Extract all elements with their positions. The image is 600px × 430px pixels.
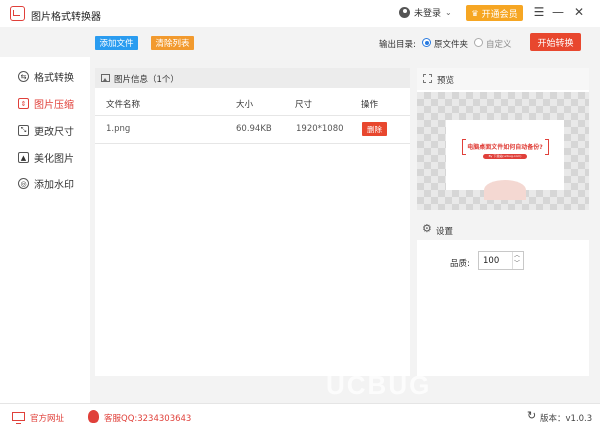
settings-title: 设置 (436, 227, 454, 237)
output-dir-label: 输出目录: (379, 40, 416, 50)
crown-icon: ♛ (471, 8, 479, 18)
preview-header: 预览 (417, 68, 589, 90)
support-qq-link[interactable]: 客服QQ:3234303643 (104, 412, 191, 424)
thumb-decoration (484, 180, 526, 200)
file-panel-header: 图片信息（1个） (95, 68, 410, 88)
app-title: 图片格式转换器 (31, 12, 101, 23)
sidebar-item-resize[interactable]: ⤡ 更改尺寸 (18, 123, 74, 138)
preview-panel: 预览 电脑桌面文件如何自动备份? By 下载站(ucbug.com) (417, 68, 589, 210)
sidebar-item-format-convert[interactable]: ⇆ 格式转换 (18, 69, 74, 84)
settings-header: ⚙ 设置 (417, 219, 589, 240)
sidebar-item-compress[interactable]: ⇕ 图片压缩 (18, 96, 74, 111)
chevron-down-icon[interactable]: ﹀ (514, 261, 520, 267)
title-bar: 图片格式转换器 未登录 ⌄ ♛ 开通会员 ☰ — ✕ (0, 0, 600, 27)
radio-original-folder-label[interactable]: 原文件夹 (434, 38, 468, 50)
quality-value[interactable]: 100 (483, 256, 499, 266)
footer: 官方网址 客服QQ:3234303643 ↻ 版本：v1.0.3 (0, 403, 600, 430)
sidebar-item-label: 图片压缩 (34, 100, 74, 111)
watermark-overlay: UCBUG (326, 370, 432, 400)
file-size-cell: 60.94KB (236, 124, 272, 134)
refresh-icon[interactable]: ↻ (527, 409, 536, 422)
sidebar-item-label: 格式转换 (34, 73, 74, 84)
watermark-icon: ◎ (18, 178, 29, 189)
compress-icon: ⇕ (18, 98, 29, 109)
preview-title: 预览 (437, 76, 455, 86)
column-header-dimensions: 尺寸 (295, 100, 313, 110)
preview-thumbnail: 电脑桌面文件如何自动备份? By 下载站(ucbug.com) (446, 120, 564, 200)
toolbar: 添加文件 清除列表 输出目录: 原文件夹 自定义 开始转换 (0, 27, 600, 57)
radio-custom[interactable] (474, 38, 483, 47)
vip-button[interactable]: ♛ 开通会员 (466, 5, 523, 21)
row-divider (95, 115, 410, 116)
quality-stepper[interactable]: 100 ︿ ﹀ (478, 251, 524, 270)
resize-icon: ⤡ (18, 125, 29, 136)
radio-custom-label[interactable]: 自定义 (486, 38, 512, 50)
minimize-button[interactable]: — (551, 5, 565, 19)
sidebar-item-label: 更改尺寸 (34, 127, 74, 138)
chevron-down-icon: ⌄ (445, 8, 452, 17)
file-name-cell[interactable]: 1.png (106, 124, 130, 134)
radio-original-folder[interactable] (422, 38, 431, 47)
user-menu[interactable]: 未登录 ⌄ (399, 6, 452, 19)
sidebar: ⇆ 格式转换 ⇕ 图片压缩 ⤡ 更改尺寸 ▲ 美化图片 ◎ 添加水印 (0, 57, 90, 403)
chevron-up-icon[interactable]: ︿ (514, 253, 520, 259)
thumb-pill-text: By 下载站(ucbug.com) (488, 154, 522, 158)
beautify-icon: ▲ (18, 152, 29, 163)
version-label: 版本：v1.0.3 (540, 414, 593, 424)
sidebar-item-beautify[interactable]: ▲ 美化图片 (18, 150, 74, 165)
sidebar-item-watermark[interactable]: ◎ 添加水印 (18, 176, 74, 191)
sidebar-item-label: 添加水印 (34, 180, 74, 191)
login-status: 未登录 (414, 9, 442, 19)
file-panel-title: 图片信息（1个） (114, 75, 179, 85)
file-dimensions-cell: 1920*1080 (296, 124, 344, 134)
add-file-button[interactable]: 添加文件 (95, 36, 138, 50)
file-list-panel: 图片信息（1个） 文件名称 大小 尺寸 操作 1.png 60.94KB 192… (95, 68, 410, 376)
preview-icon (423, 74, 432, 83)
column-header-size: 大小 (236, 100, 254, 110)
thumb-title: 电脑桌面文件如何自动备份? (467, 144, 543, 151)
user-icon (399, 7, 410, 18)
convert-icon: ⇆ (18, 71, 29, 82)
delete-button[interactable]: 删除 (362, 122, 387, 136)
quality-spinner[interactable]: ︿ ﹀ (512, 252, 523, 269)
quality-label: 品质: (450, 259, 470, 269)
sidebar-item-label: 美化图片 (34, 154, 74, 165)
row-divider (95, 143, 410, 144)
settings-panel: ⚙ 设置 品质: 100 ︿ ﹀ (417, 219, 589, 376)
column-header-action: 操作 (361, 100, 379, 110)
app-logo-icon (10, 6, 25, 21)
qq-icon (88, 410, 99, 423)
column-header-name: 文件名称 (106, 100, 141, 110)
start-convert-button[interactable]: 开始转换 (530, 33, 581, 51)
official-website-link[interactable]: 官方网址 (30, 412, 64, 424)
monitor-icon (12, 412, 25, 424)
clear-list-button[interactable]: 清除列表 (151, 36, 194, 50)
gear-icon: ⚙ (422, 222, 432, 235)
vip-label: 开通会员 (481, 9, 518, 20)
menu-icon[interactable]: ☰ (532, 5, 546, 19)
image-icon (101, 74, 110, 82)
close-button[interactable]: ✕ (572, 5, 586, 19)
